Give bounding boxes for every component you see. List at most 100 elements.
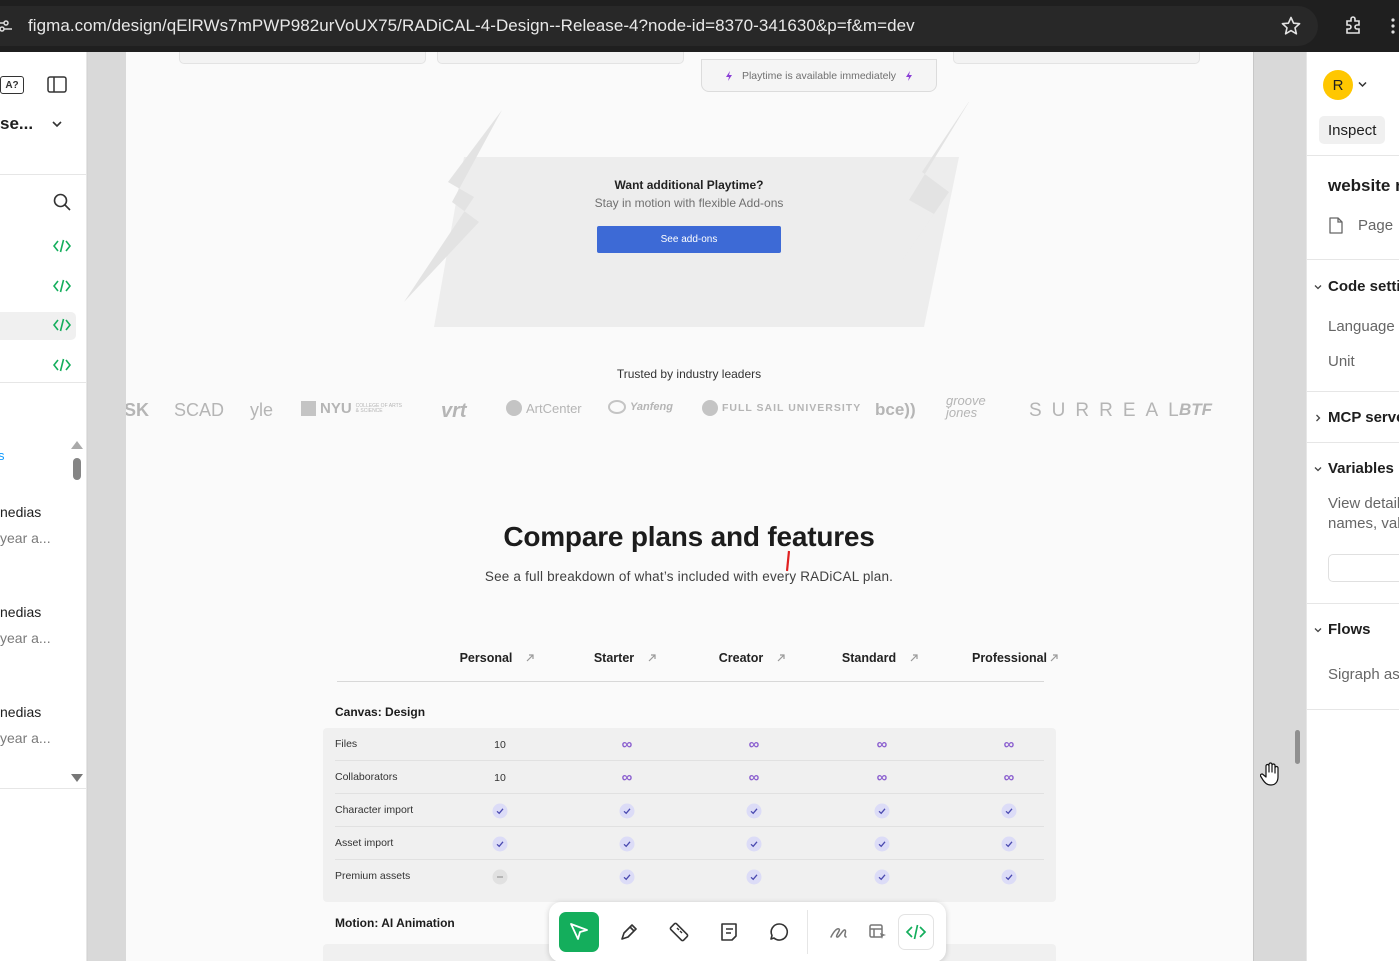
url-text[interactable]: figma.com/design/qElRWs7mPWP982urVoUX75/… (28, 16, 915, 36)
feature-label: Collaborators (335, 771, 398, 783)
check-circle-icon (1001, 836, 1017, 851)
layer-row[interactable] (0, 233, 76, 261)
table-cell: ∞ (852, 761, 912, 794)
chevron-right-icon[interactable] (1314, 414, 1322, 422)
page-icon (1329, 217, 1343, 234)
logo-sk: SK (126, 400, 150, 420)
inspect-tool-button[interactable] (858, 912, 898, 952)
variables-button[interactable] (1328, 554, 1399, 582)
plan-header-starter[interactable]: Starter (570, 651, 680, 665)
design-frame[interactable]: Playtime is available immediately Want a… (126, 52, 1253, 961)
playtime-text: Playtime is available immediately (741, 69, 897, 82)
divider (0, 174, 86, 175)
bookmark-star-icon[interactable] (1281, 16, 1301, 36)
addon-subtitle: Stay in motion with flexible Add-ons (594, 196, 784, 210)
text-style-icon[interactable]: A? (0, 76, 24, 94)
chevron-down-icon[interactable] (52, 120, 62, 128)
annotation-icon (721, 923, 737, 941)
scrollbar-thumb[interactable] (73, 458, 81, 480)
feature-table: Files 10 ∞ ∞ ∞ ∞ Collaborators 10 ∞ ∞ ∞ ∞ Character … (323, 728, 1056, 902)
check-circle-icon (619, 803, 635, 818)
table-cell (470, 794, 530, 827)
plan-card-edge (179, 52, 426, 64)
list-item[interactable]: nedias year a... (0, 504, 70, 546)
plan-card-edge (953, 52, 1200, 64)
table-cell (597, 860, 657, 893)
numeric-value: 10 (494, 771, 506, 784)
code-icon (905, 924, 927, 940)
bolt-icon (906, 70, 913, 81)
scroll-down-arrow-icon[interactable] (71, 774, 83, 782)
cursor-arrow-icon (570, 923, 588, 940)
comment-bubble-icon (770, 923, 789, 941)
section-code-settings[interactable]: Code settin (1328, 278, 1399, 295)
divider (1307, 442, 1399, 443)
see-addons-button[interactable]: See add-ons (597, 226, 781, 253)
logo-nyu: NYU COLLEGE OF ARTS & SCIENCE (301, 400, 404, 417)
comment-tool-button[interactable] (759, 912, 799, 952)
section-flows[interactable]: Flows (1328, 621, 1371, 638)
chevron-down-icon[interactable] (1314, 283, 1322, 291)
toggle-sidebar-icon[interactable] (47, 76, 67, 93)
annotate-tool-button[interactable] (709, 912, 749, 952)
extensions-puzzle-icon[interactable] (1343, 14, 1365, 36)
plan-header-personal[interactable]: Personal (442, 651, 552, 665)
divider (1307, 391, 1399, 392)
table-row: Premium assets (323, 860, 1056, 893)
unlimited-value: ∞ (748, 769, 760, 786)
divider (0, 382, 86, 383)
flow-item[interactable]: Sigraph asi (1328, 666, 1399, 683)
item-time: year a... (0, 730, 51, 746)
layer-row[interactable] (0, 273, 76, 301)
section-label-canvas-design: Canvas: Design (335, 705, 426, 719)
canvas-scrollbar[interactable] (1295, 730, 1300, 764)
chevron-down-icon[interactable] (1314, 626, 1322, 634)
code-icon (53, 318, 71, 332)
code-icon (53, 279, 71, 293)
plan-name: Personal (459, 651, 513, 665)
logo-vrt: vrt (441, 400, 467, 422)
arrow-up-right-icon (526, 654, 535, 662)
table-row: Asset import (323, 827, 1056, 860)
chevron-down-icon[interactable] (1358, 81, 1367, 88)
plan-header-professional[interactable]: Professional (955, 651, 1075, 665)
section-variables[interactable]: Variables (1328, 460, 1394, 477)
site-settings-icon[interactable] (0, 18, 12, 34)
playtime-note: Playtime is available immediately (701, 59, 937, 92)
check-circle-icon (492, 803, 508, 818)
dev-mode-button[interactable] (898, 914, 934, 950)
url-field[interactable]: figma.com/design/qElRWs7mPWP982urVoUX75/… (0, 6, 1318, 46)
layer-row[interactable] (0, 352, 76, 380)
tab-inspect[interactable]: Inspect (1319, 116, 1386, 144)
scroll-up-arrow-icon[interactable] (71, 441, 83, 449)
move-tool-button[interactable] (559, 912, 599, 952)
full-sail-mark-icon (702, 400, 718, 416)
link-text[interactable]: s (0, 448, 5, 463)
nyu-torch-icon (301, 401, 316, 416)
layer-row-selected[interactable] (0, 312, 76, 340)
draw-tool-button[interactable] (819, 912, 859, 952)
list-item[interactable]: nedias year a... (0, 704, 70, 746)
selection-title: website n (1328, 176, 1399, 195)
measure-tool-button[interactable] (659, 912, 699, 952)
search-icon[interactable] (53, 193, 71, 211)
plan-header-standard[interactable]: Standard (825, 651, 935, 665)
unlimited-value: ∞ (1003, 736, 1015, 753)
section-mcp-server[interactable]: MCP serve (1328, 409, 1399, 426)
design-canvas[interactable]: Playtime is available immediately Want a… (88, 52, 1306, 961)
list-item[interactable]: nedias year a... (0, 604, 70, 646)
addon-title: Want additional Playtime? (614, 178, 764, 192)
artcenter-dot-icon (506, 400, 522, 416)
unlimited-value: ∞ (876, 736, 888, 753)
pen-tool-button[interactable] (609, 912, 649, 952)
browser-menu-icon[interactable] (1387, 16, 1399, 36)
yanfeng-mark-icon (608, 400, 626, 414)
plan-header-creator[interactable]: Creator (697, 651, 807, 665)
unlimited-value: ∞ (1003, 769, 1015, 786)
file-title[interactable]: se... (0, 114, 33, 134)
chevron-down-icon[interactable] (1314, 465, 1322, 473)
feature-label: Premium assets (335, 870, 411, 882)
scribble-icon (830, 928, 847, 938)
arrow-up-right-icon (648, 654, 656, 662)
avatar[interactable]: R (1323, 70, 1353, 100)
